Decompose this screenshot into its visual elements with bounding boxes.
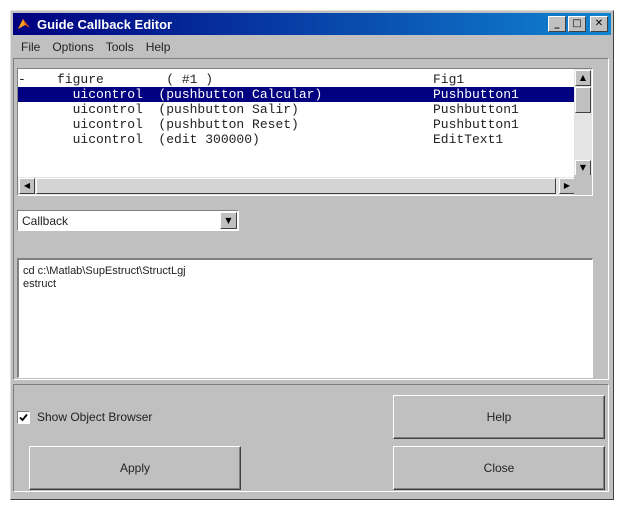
- object-tag: Pushbutton1: [433, 102, 519, 117]
- scroll-up-icon[interactable]: ▲: [575, 70, 591, 86]
- maximize-icon[interactable]: □: [568, 16, 586, 32]
- callback-code-editor[interactable]: cd c:\Matlab\SupEstruct\StructLgj estruc…: [17, 258, 593, 378]
- object-description: - figure ( #1 ): [18, 72, 214, 87]
- scroll-right-icon[interactable]: ▶: [559, 178, 575, 194]
- title-bar[interactable]: Guide Callback Editor _ □ ✕: [13, 13, 611, 35]
- close-icon[interactable]: ✕: [590, 16, 608, 32]
- list-item[interactable]: - figure ( #1 ) Fig1: [18, 72, 574, 87]
- object-tag: Pushbutton1: [433, 87, 519, 102]
- property-dropdown-value: Callback: [22, 213, 69, 228]
- menu-options[interactable]: Options: [46, 40, 99, 54]
- horizontal-scrollbar[interactable]: ◀ ▶: [18, 177, 576, 195]
- list-item[interactable]: uicontrol (pushbutton Salir) Pushbutton1: [18, 102, 574, 117]
- show-object-browser-toggle[interactable]: Show Object Browser: [17, 410, 152, 424]
- object-tag: Pushbutton1: [433, 117, 519, 132]
- chevron-down-icon[interactable]: ▼: [220, 212, 237, 229]
- vertical-scrollbar[interactable]: ▲ ▼: [574, 69, 592, 177]
- show-object-browser-checkbox[interactable]: [17, 410, 30, 424]
- vertical-scroll-thumb[interactable]: [575, 87, 591, 113]
- menu-bar: File Options Tools Help: [15, 37, 609, 57]
- object-description: uicontrol (pushbutton Reset): [18, 117, 299, 132]
- menu-file[interactable]: File: [15, 40, 46, 54]
- object-description: uicontrol (pushbutton Salir): [18, 102, 299, 117]
- code-line: estruct: [23, 278, 57, 290]
- object-tag: EditText1: [433, 132, 504, 147]
- horizontal-scroll-thumb[interactable]: [36, 178, 556, 194]
- help-button[interactable]: Help: [393, 395, 605, 439]
- list-item[interactable]: uicontrol (pushbutton Reset) Pushbutton1: [18, 117, 574, 132]
- scroll-left-icon[interactable]: ◀: [19, 178, 35, 194]
- object-rows: - figure ( #1 ) Fig1 uicontrol (pushbutt…: [18, 69, 574, 177]
- property-dropdown[interactable]: Callback ▼: [17, 210, 239, 231]
- minimize-icon[interactable]: _: [548, 16, 566, 32]
- checkmark-icon: [19, 413, 28, 421]
- object-description: uicontrol (edit 300000): [18, 132, 260, 147]
- code-line: cd c:\Matlab\SupEstruct\StructLgj: [23, 265, 186, 277]
- menu-help[interactable]: Help: [140, 40, 177, 54]
- menu-tools[interactable]: Tools: [100, 40, 140, 54]
- apply-button[interactable]: Apply: [29, 446, 241, 490]
- list-item[interactable]: uicontrol (edit 300000) EditText1: [18, 132, 574, 147]
- close-button[interactable]: Close: [393, 446, 605, 490]
- window-title: Guide Callback Editor: [37, 16, 173, 32]
- show-object-browser-label: Show Object Browser: [37, 410, 153, 424]
- object-description: uicontrol (pushbutton Calcular): [18, 87, 323, 102]
- matlab-icon: [16, 16, 32, 32]
- scroll-corner: [574, 175, 592, 195]
- scroll-down-icon[interactable]: ▼: [575, 160, 591, 176]
- list-item[interactable]: uicontrol (pushbutton Calcular) Pushbutt…: [18, 87, 574, 102]
- object-tag: Fig1: [433, 72, 465, 87]
- object-browser-list[interactable]: - figure ( #1 ) Fig1 uicontrol (pushbutt…: [17, 68, 593, 196]
